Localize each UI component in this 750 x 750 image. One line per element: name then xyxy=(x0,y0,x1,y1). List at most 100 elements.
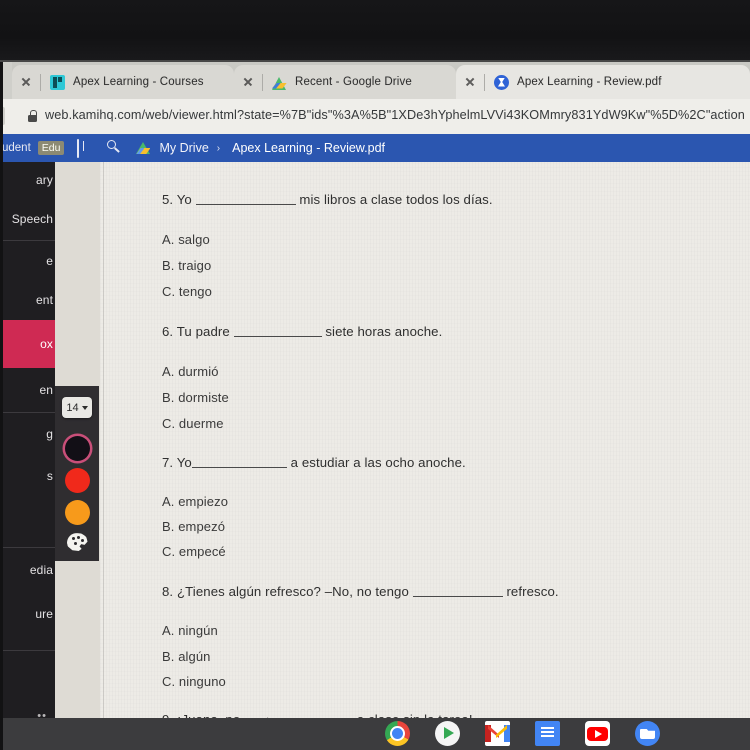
sidebar-item-7[interactable]: s xyxy=(0,455,55,497)
question-7-number: 7. xyxy=(162,455,174,470)
tool-options-panel: 14 xyxy=(55,386,99,561)
kami-icon xyxy=(494,74,509,90)
sidebar-item-label: ure xyxy=(35,607,53,621)
sidebar-item-9[interactable]: ure xyxy=(0,592,55,636)
tab-label: Recent - Google Drive xyxy=(295,76,412,88)
sidebar-item-8[interactable]: edia xyxy=(0,548,55,592)
question-7-text-before: Yo xyxy=(176,455,192,470)
color-swatch-list xyxy=(55,429,99,561)
question-5-text-after: mis libros a clase todos los días. xyxy=(299,192,493,207)
google-docs-icon[interactable] xyxy=(535,721,560,746)
chrome-icon[interactable] xyxy=(385,721,410,746)
sidebar-item-label: ent xyxy=(36,293,53,307)
google-drive-icon[interactable] xyxy=(136,141,151,155)
chromeos-shelf xyxy=(0,718,750,750)
play-store-icon[interactable] xyxy=(435,721,460,746)
question-6-text-after: siete horas anoche. xyxy=(325,324,443,339)
color-swatch-red[interactable] xyxy=(64,468,90,493)
photo-left-edge xyxy=(0,62,3,750)
tab-close-icon[interactable] xyxy=(240,74,256,90)
sidebar-item-label: s xyxy=(46,469,53,483)
font-size-value: 14 xyxy=(66,401,79,414)
question-7-text-after: a estudiar a las ocho anoche. xyxy=(290,455,466,470)
tab-separator xyxy=(40,73,41,91)
account-name-fragment: udent xyxy=(2,142,31,154)
sidebar-item-4[interactable]: ox xyxy=(0,320,55,368)
sidebar-item-6[interactable]: g xyxy=(0,413,55,455)
question-6-blank xyxy=(233,325,322,337)
apex-icon xyxy=(50,74,65,90)
question-8-number: 8. xyxy=(162,584,174,599)
breadcrumb-separator-icon: › xyxy=(216,142,221,154)
question-8-prompt: 8. ¿Tienes algún refresco? –No, no tengo… xyxy=(162,584,559,600)
tab-separator xyxy=(484,73,485,91)
sidebar-item-1[interactable]: Speech xyxy=(0,198,55,240)
question-5-option-b: B. traigo xyxy=(162,258,212,273)
question-7-blank xyxy=(191,456,287,468)
sidebar-item-label: en xyxy=(39,383,53,397)
tab-label: Apex Learning - Review.pdf xyxy=(517,76,662,88)
kami-tool-sidebar: ary Speech e ent ox en g s edia ure •• xyxy=(0,162,55,724)
browser-omnibox-row: web.kamihq.com/web/viewer.html?state=%7B… xyxy=(0,99,750,134)
screenshot-root: Apex Learning - Courses Recent - Google … xyxy=(0,0,750,750)
palette-icon[interactable] xyxy=(65,532,90,552)
youtube-icon[interactable] xyxy=(585,721,610,746)
browser-tab-1[interactable]: Recent - Google Drive xyxy=(234,65,456,99)
files-icon[interactable] xyxy=(635,721,660,746)
split-view-icon[interactable] xyxy=(77,139,93,158)
question-7-option-a: A. empiezo xyxy=(162,494,229,509)
sidebar-divider xyxy=(0,650,55,651)
question-8-blank xyxy=(412,585,503,597)
tab-separator xyxy=(262,73,263,91)
search-icon[interactable] xyxy=(106,140,122,156)
document-title: Apex Learning - Review.pdf xyxy=(232,141,385,155)
tab-label: Apex Learning - Courses xyxy=(73,76,204,88)
kami-header-bar: udent Edu My Drive › Apex Learning - Rev… xyxy=(0,134,750,162)
question-6-prompt: 6. Tu padre siete horas anoche. xyxy=(162,324,442,340)
question-6-option-b: B. dormiste xyxy=(162,390,229,405)
google-drive-icon xyxy=(272,75,287,90)
sidebar-item-5[interactable]: en xyxy=(0,368,55,412)
question-8-option-a: A. ningún xyxy=(162,623,218,638)
lock-icon xyxy=(28,110,37,122)
question-5-text-before: Yo xyxy=(176,192,192,207)
tab-close-icon[interactable] xyxy=(18,74,34,90)
question-7-option-b: B. empezó xyxy=(162,519,226,534)
pdf-page: 5. Yo mis libros a clase todos los días.… xyxy=(100,162,750,724)
sidebar-item-2[interactable]: e xyxy=(0,241,55,280)
sidebar-item-label: edia xyxy=(29,563,53,577)
tab-close-icon[interactable] xyxy=(462,74,478,90)
url-input[interactable]: web.kamihq.com/web/viewer.html?state=%7B… xyxy=(45,108,745,122)
color-swatch-orange[interactable] xyxy=(64,500,90,525)
question-7-prompt: 7. Yo a estudiar a las ocho anoche. xyxy=(162,455,466,471)
browser-tab-strip: Apex Learning - Courses Recent - Google … xyxy=(0,62,750,99)
font-size-dropdown[interactable]: 14 xyxy=(62,397,92,418)
sidebar-item-3[interactable]: ent xyxy=(0,280,55,320)
question-6-number: 6. xyxy=(162,324,174,339)
question-5-prompt: 5. Yo mis libros a clase todos los días. xyxy=(162,192,493,208)
question-8-text-before: ¿Tienes algún refresco? –No, no tengo xyxy=(176,584,409,599)
question-7-option-c: C. empecé xyxy=(162,544,226,559)
sidebar-item-0[interactable]: ary xyxy=(0,162,55,198)
browser-tab-2[interactable]: Apex Learning - Review.pdf xyxy=(456,65,750,99)
gmail-icon[interactable] xyxy=(485,721,510,746)
question-6-text-before: Tu padre xyxy=(176,324,230,339)
sidebar-item-label: ox xyxy=(40,337,53,351)
font-size-row: 14 xyxy=(55,386,99,429)
sidebar-item-label: g xyxy=(46,427,53,441)
browser-tab-0[interactable]: Apex Learning - Courses xyxy=(12,65,234,99)
question-5-blank xyxy=(195,193,296,205)
shelf-app-icons xyxy=(385,721,660,746)
question-5-option-c: C. tengo xyxy=(162,284,212,299)
sidebar-item-label: ary xyxy=(36,173,53,187)
edu-badge: Edu xyxy=(37,141,65,155)
sidebar-item-label: e xyxy=(46,253,53,268)
question-8-option-c: C. ninguno xyxy=(162,674,226,689)
chevron-down-icon xyxy=(81,405,88,410)
page-left-rule xyxy=(103,162,104,724)
breadcrumb-my-drive[interactable]: My Drive xyxy=(159,141,208,155)
color-swatch-black[interactable] xyxy=(64,436,90,461)
sidebar-item-label: Speech xyxy=(11,212,53,226)
question-8-option-b: B. algún xyxy=(162,649,211,664)
